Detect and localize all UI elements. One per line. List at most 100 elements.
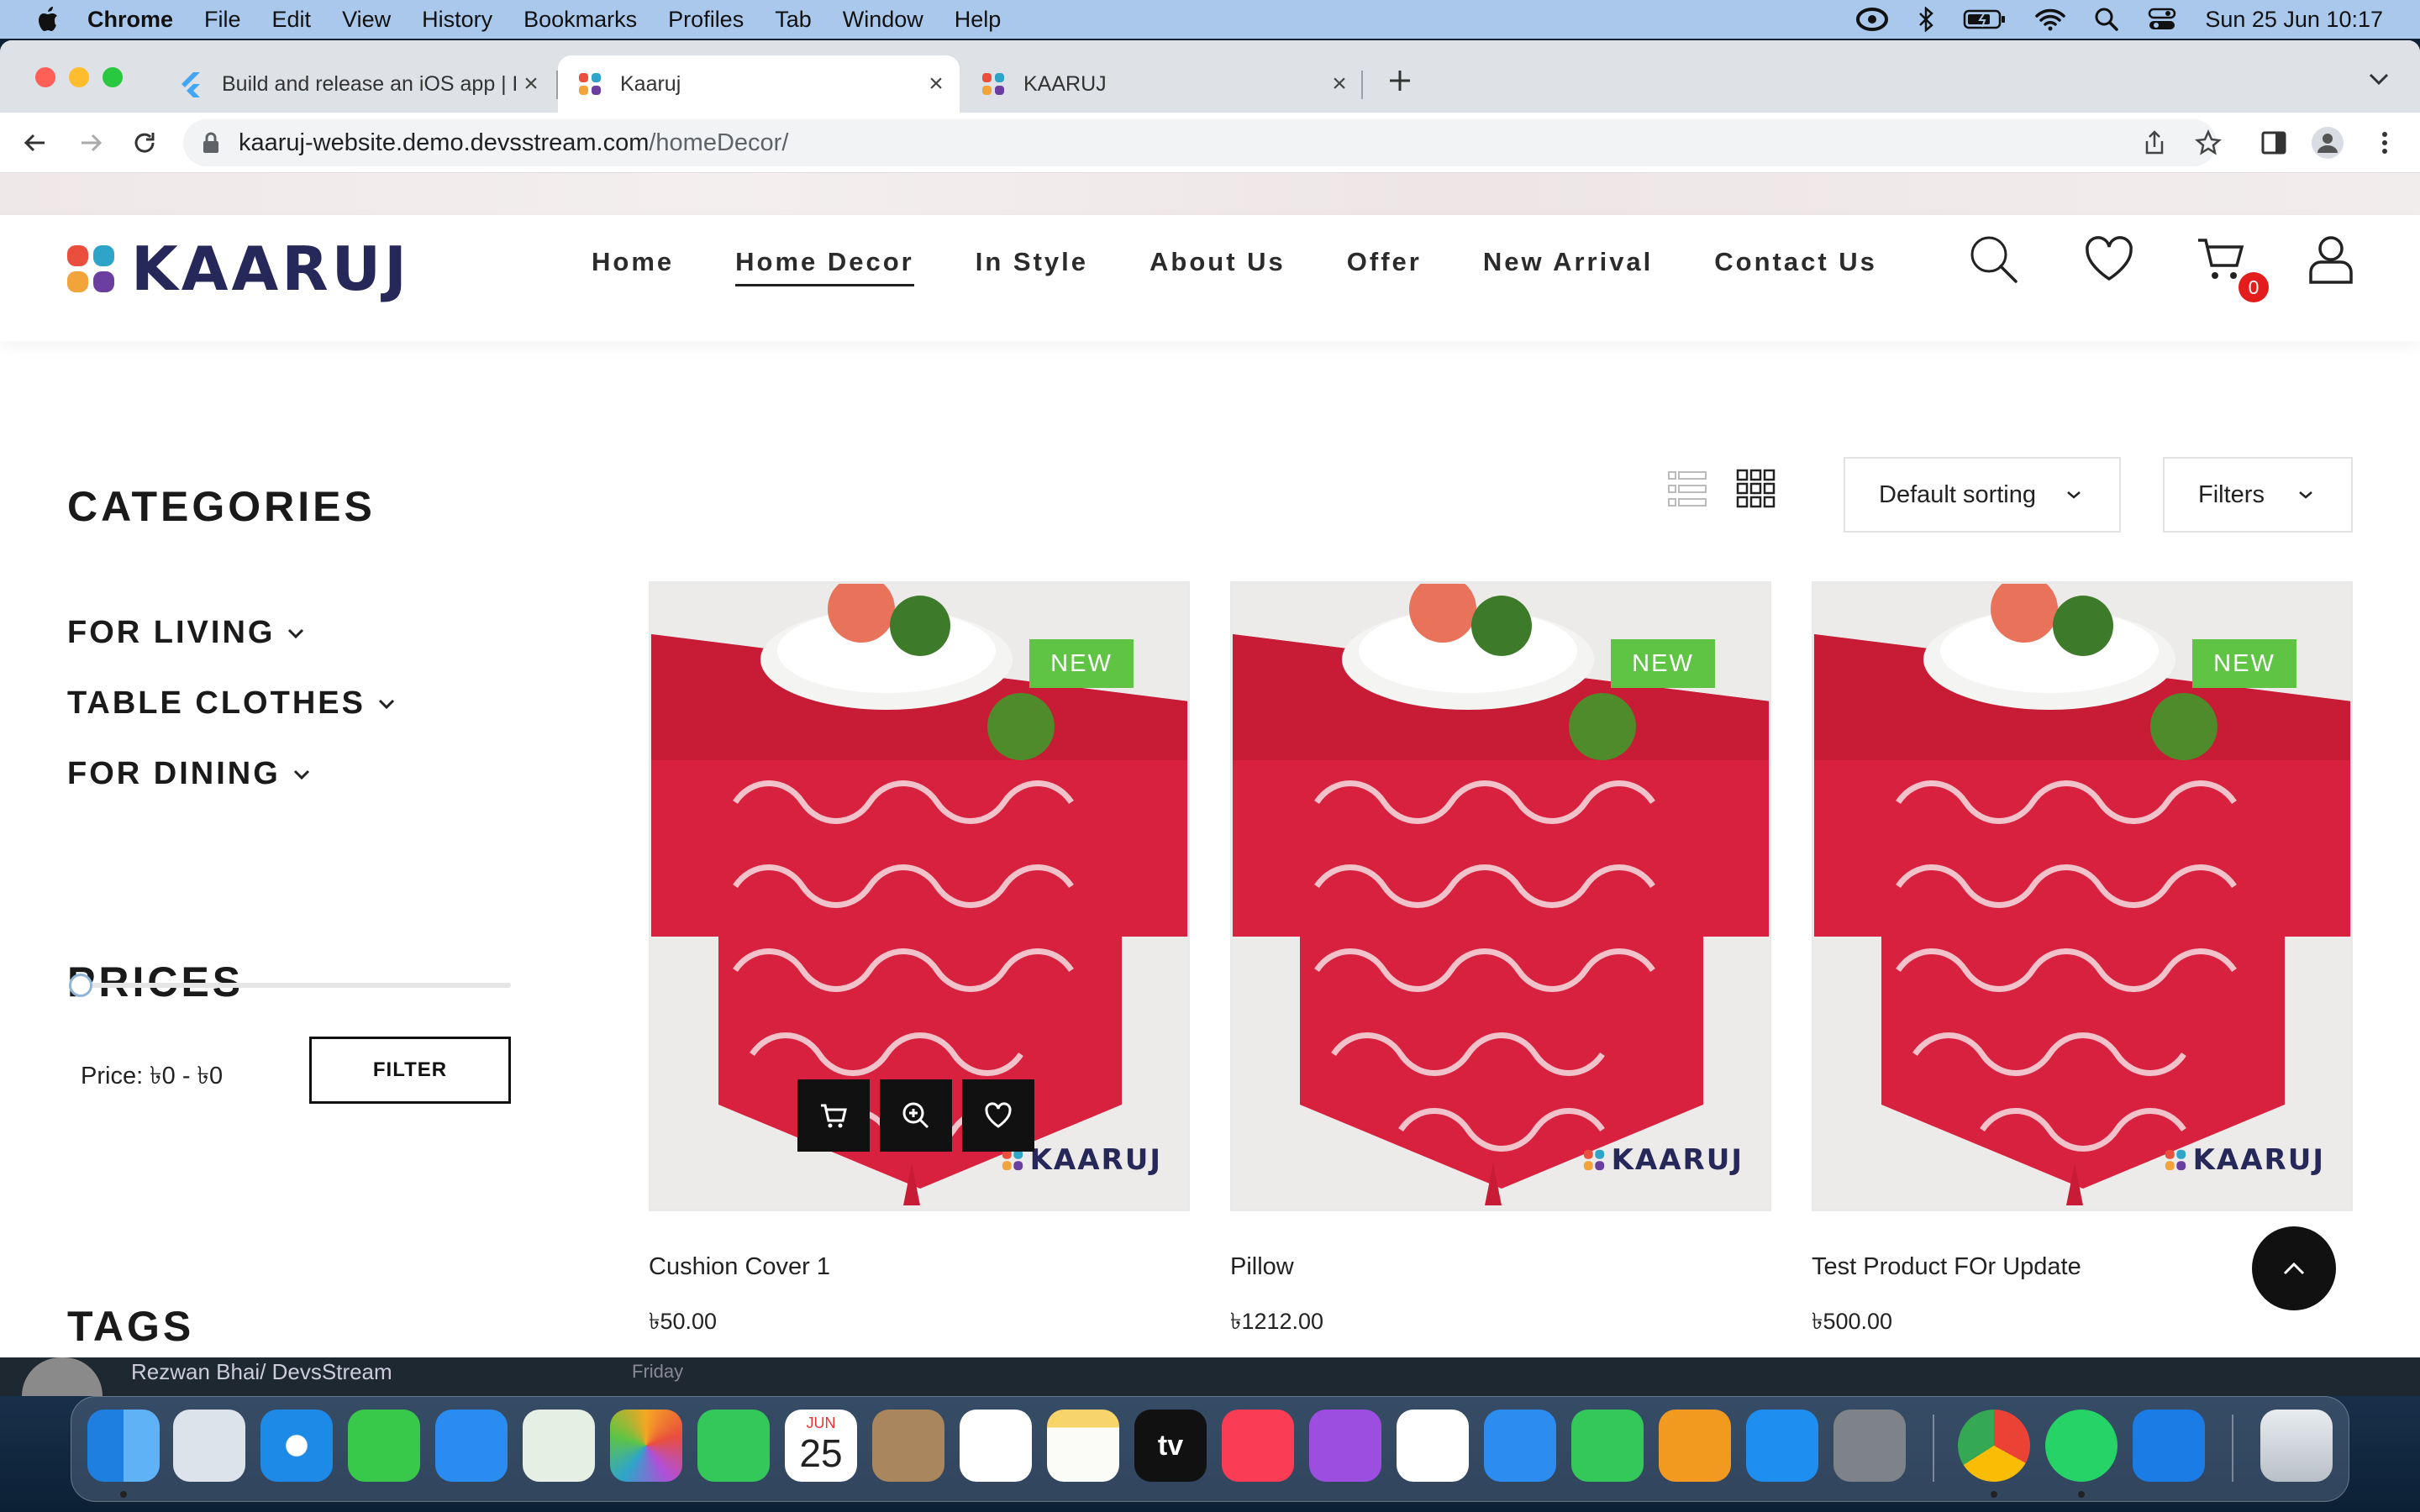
nav-contact-us[interactable]: Contact Us xyxy=(1714,247,1877,286)
nav-in-style[interactable]: In Style xyxy=(976,247,1088,286)
menu-history[interactable]: History xyxy=(422,7,492,33)
side-panel-icon[interactable] xyxy=(2257,126,2291,160)
product-card[interactable]: NEW KAARUJ Cushion Cover 1 ৳50.00 xyxy=(649,581,1190,1342)
product-image[interactable]: NEW KAARUJ xyxy=(1812,581,2353,1211)
kebab-menu-icon[interactable] xyxy=(2368,126,2402,160)
spotlight-search-icon[interactable] xyxy=(2094,7,2119,32)
creative-cloud-icon[interactable] xyxy=(1855,7,1889,32)
product-card[interactable]: NEW KAARUJ Test Product FOr Update ৳500.… xyxy=(1812,581,2353,1342)
new-tab-icon[interactable] xyxy=(1385,66,1415,96)
calendar-icon[interactable]: JUN 25 xyxy=(785,1410,857,1482)
close-icon[interactable]: × xyxy=(921,70,951,98)
podcasts-icon[interactable] xyxy=(1309,1410,1381,1482)
menubar-clock[interactable]: Sun 25 Jun 10:17 xyxy=(2205,7,2383,33)
menu-window[interactable]: Window xyxy=(843,7,923,33)
whatsapp-icon[interactable] xyxy=(2045,1410,2118,1482)
bookmark-star-icon[interactable] xyxy=(2191,126,2225,160)
mail-icon[interactable] xyxy=(435,1410,508,1482)
safari-icon[interactable] xyxy=(260,1410,333,1482)
trash-icon[interactable] xyxy=(2260,1410,2333,1482)
menu-app-name[interactable]: Chrome xyxy=(87,7,173,33)
menu-help[interactable]: Help xyxy=(955,7,1002,33)
news-icon[interactable] xyxy=(1397,1410,1469,1482)
notes-icon[interactable] xyxy=(1047,1410,1119,1482)
menu-bookmarks[interactable]: Bookmarks xyxy=(523,7,637,33)
tab-kaaruj-2[interactable]: KAARUJ × xyxy=(961,55,1363,113)
keynote-icon[interactable] xyxy=(1484,1410,1556,1482)
window-minimize-button[interactable] xyxy=(69,67,89,87)
category-for-dining[interactable]: FOR DINING xyxy=(67,756,311,792)
numbers-icon[interactable] xyxy=(1571,1410,1644,1482)
scroll-to-top-button[interactable] xyxy=(2252,1226,2336,1310)
pages-icon[interactable] xyxy=(1659,1410,1731,1482)
account-user-icon[interactable] xyxy=(2304,232,2358,286)
apple-tv-icon[interactable]: tv xyxy=(1134,1410,1207,1482)
reminders-icon[interactable] xyxy=(960,1410,1032,1482)
menu-profiles[interactable]: Profiles xyxy=(668,7,744,33)
cart-icon[interactable] xyxy=(2195,232,2249,286)
forward-arrow-icon[interactable] xyxy=(74,126,108,160)
tab-search-chevron-icon[interactable] xyxy=(2368,72,2390,86)
close-icon[interactable]: × xyxy=(1324,70,1355,98)
menu-file[interactable]: File xyxy=(204,7,241,33)
finder-icon[interactable] xyxy=(87,1410,160,1482)
product-name[interactable]: Cushion Cover 1 xyxy=(649,1253,1190,1281)
filter-button[interactable]: FILTER xyxy=(309,1037,511,1104)
filters-dropdown[interactable]: Filters xyxy=(2163,457,2353,533)
maps-icon[interactable] xyxy=(523,1410,595,1482)
back-arrow-icon[interactable] xyxy=(18,126,52,160)
facetime-icon[interactable] xyxy=(697,1410,770,1482)
search-icon[interactable] xyxy=(1966,232,2020,286)
app-store-icon[interactable] xyxy=(1746,1410,1818,1482)
control-center-icon[interactable] xyxy=(2148,7,2176,32)
menu-edit[interactable]: Edit xyxy=(272,7,312,33)
sorting-select[interactable]: Default sorting xyxy=(1844,457,2121,533)
share-icon[interactable] xyxy=(2138,126,2171,160)
window-zoom-button[interactable] xyxy=(103,67,123,87)
tab-kaaruj-active[interactable]: Kaaruj × xyxy=(558,55,960,113)
nav-new-arrival[interactable]: New Arrival xyxy=(1483,247,1653,286)
nav-home[interactable]: Home xyxy=(592,247,674,286)
browser-toolbar: kaaruj-website.demo.devsstream.com/homeD… xyxy=(0,113,2420,173)
add-to-cart-button[interactable] xyxy=(797,1079,870,1152)
apple-icon[interactable] xyxy=(32,4,62,34)
list-view-icon[interactable] xyxy=(1667,469,1707,509)
site-logo[interactable]: KAARUJ xyxy=(66,234,410,304)
product-image[interactable]: NEW KAARUJ xyxy=(1230,581,1771,1211)
menu-view[interactable]: View xyxy=(342,7,391,33)
reload-icon[interactable] xyxy=(128,126,161,160)
system-settings-icon[interactable] xyxy=(1833,1410,1906,1482)
close-icon[interactable]: × xyxy=(516,70,546,98)
xcode-icon[interactable] xyxy=(2133,1410,2205,1482)
chrome-icon[interactable] xyxy=(1958,1410,2030,1482)
photos-icon[interactable] xyxy=(610,1410,682,1482)
grid-view-icon[interactable] xyxy=(1736,469,1776,509)
menu-tab[interactable]: Tab xyxy=(775,7,812,33)
profile-avatar-icon[interactable] xyxy=(2311,126,2344,160)
add-to-wishlist-button[interactable] xyxy=(962,1079,1034,1152)
address-bar[interactable]: kaaruj-website.demo.devsstream.com/homeD… xyxy=(183,119,2217,166)
category-table-clothes[interactable]: TABLE CLOTHES xyxy=(67,685,396,722)
quick-view-button[interactable] xyxy=(880,1079,952,1152)
price-slider-track[interactable] xyxy=(81,983,511,988)
product-card[interactable]: NEW KAARUJ Pillow ৳1212.00 xyxy=(1230,581,1771,1342)
product-name[interactable]: Pillow xyxy=(1230,1253,1771,1281)
battery-icon[interactable] xyxy=(1963,8,2007,30)
contacts-icon[interactable] xyxy=(872,1410,944,1482)
wishlist-heart-icon[interactable] xyxy=(2082,232,2136,286)
wifi-icon[interactable] xyxy=(2035,8,2066,31)
nav-home-decor[interactable]: Home Decor xyxy=(735,247,914,286)
nav-about-us[interactable]: About Us xyxy=(1150,247,1286,286)
window-close-button[interactable] xyxy=(35,67,55,87)
music-icon[interactable] xyxy=(1222,1410,1294,1482)
messages-icon[interactable] xyxy=(348,1410,420,1482)
launchpad-icon[interactable] xyxy=(173,1410,245,1482)
tab-flutter-docs[interactable]: Build and release an iOS app | F × xyxy=(160,55,555,113)
product-image[interactable]: NEW KAARUJ xyxy=(649,581,1190,1211)
price-slider-handle[interactable] xyxy=(69,974,92,997)
categories-heading: CATEGORIES xyxy=(67,483,376,530)
nav-offer[interactable]: Offer xyxy=(1347,247,1422,286)
bluetooth-icon[interactable] xyxy=(1918,7,1934,32)
lock-icon[interactable] xyxy=(202,131,220,155)
category-for-living[interactable]: FOR LIVING xyxy=(67,615,305,651)
